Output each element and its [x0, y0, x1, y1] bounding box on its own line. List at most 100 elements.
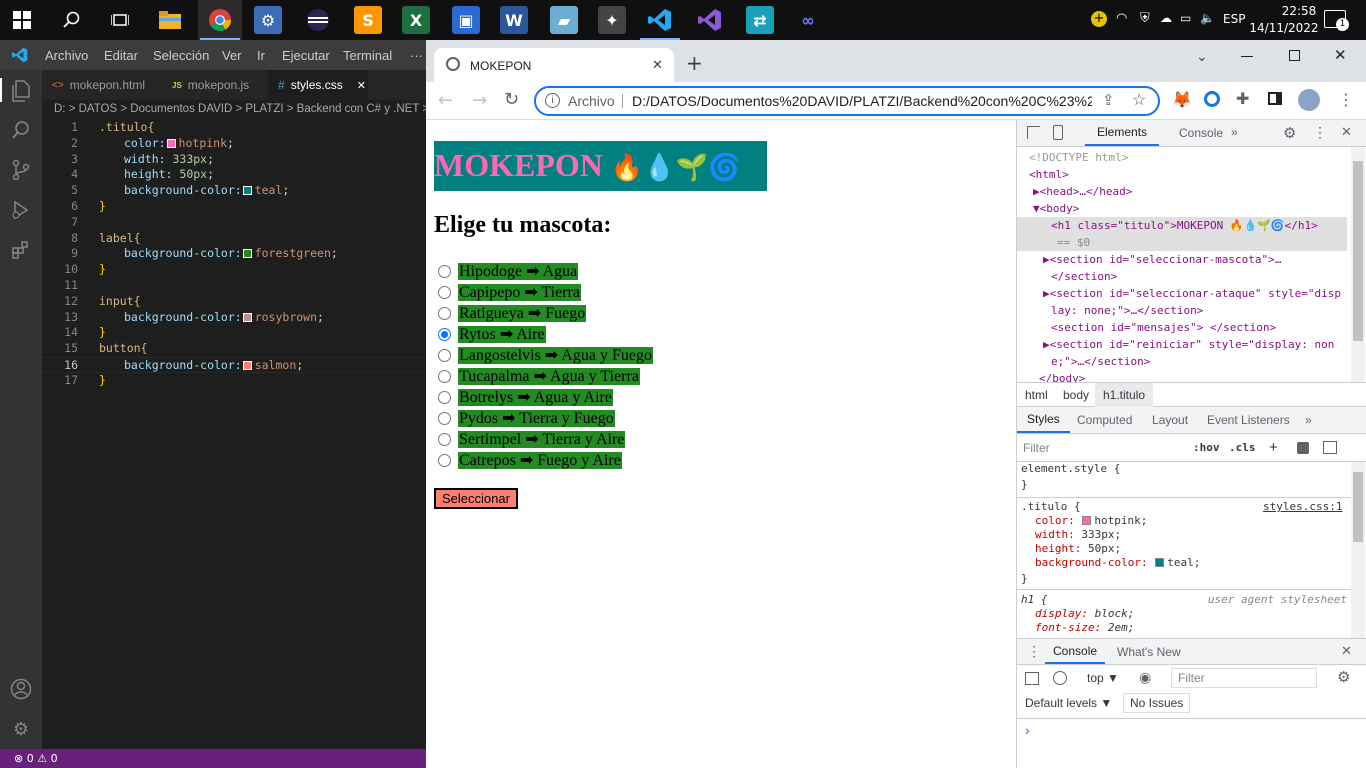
color-swatch[interactable] — [166, 138, 176, 148]
dom-scrollbar[interactable] — [1351, 147, 1365, 382]
dom-node[interactable]: ▼<body> — [1017, 200, 1347, 217]
default-levels-dropdown[interactable]: Default levels ▼ — [1025, 696, 1112, 710]
source-control-icon[interactable] — [9, 158, 33, 182]
color-swatch[interactable] — [242, 361, 252, 370]
metamask-extension-icon[interactable]: 🦊 — [1172, 90, 1192, 109]
code-line[interactable]: 2 color: hotpink; — [42, 136, 426, 152]
clear-console-icon[interactable] — [1053, 671, 1067, 685]
titulo-rule-source[interactable]: styles.css:1 — [1263, 500, 1347, 514]
css-declaration[interactable]: color: hotpink; — [1035, 514, 1365, 528]
task-view-icon[interactable] — [106, 6, 134, 34]
sublime-text-icon[interactable]: S — [354, 6, 382, 34]
pet-label[interactable]: Capipepo ➡ Tierra — [458, 284, 581, 301]
element-style-rule[interactable]: element.style { — [1021, 462, 1351, 476]
dom-node[interactable]: <!DOCTYPE html> — [1017, 149, 1347, 166]
onedrive-icon[interactable]: ☁ — [1160, 11, 1176, 27]
crumb-h1-titulo[interactable]: h1.titulo — [1095, 383, 1154, 407]
browser-tab[interactable]: MOKEPON ✕ — [434, 48, 674, 82]
styles-filter-input[interactable]: Filter — [1023, 441, 1050, 455]
network-app-icon[interactable]: ⇄ — [746, 6, 774, 34]
crumb-html[interactable]: html — [1025, 388, 1048, 402]
drawer-tab-whats-new[interactable]: What's New — [1117, 639, 1181, 664]
pet-radio[interactable] — [438, 454, 451, 467]
color-swatch[interactable] — [242, 312, 252, 322]
color-swatch[interactable] — [1082, 516, 1092, 525]
search-icon[interactable] — [58, 6, 86, 34]
pet-label[interactable]: Tucapalma ➡ Agua y Tierra — [458, 368, 640, 385]
pet-radio[interactable] — [438, 265, 451, 278]
devtools-menu-icon[interactable]: ⋮ — [1313, 124, 1327, 141]
more-tabs-icon[interactable]: » — [1231, 125, 1238, 139]
pet-radio[interactable] — [438, 370, 451, 383]
console-prompt[interactable]: › — [1025, 722, 1030, 738]
word-icon[interactable]: W — [500, 6, 528, 34]
dom-node[interactable]: ▶<section id="reiniciar" style="display:… — [1017, 336, 1347, 353]
tab-console[interactable]: Console — [1167, 120, 1235, 146]
file-explorer-icon[interactable] — [156, 6, 184, 34]
wifi-icon[interactable]: ◠ — [1116, 11, 1132, 27]
console-sidebar-icon[interactable] — [1025, 672, 1039, 685]
minimize-icon[interactable] — [1241, 56, 1253, 57]
games-app-icon[interactable]: ✦ — [598, 6, 626, 34]
pet-radio[interactable] — [438, 307, 451, 320]
dom-tree[interactable]: <!DOCTYPE html> <html> ▶<head>…</head> ▼<bo… — [1017, 147, 1366, 382]
pet-radio[interactable] — [438, 328, 451, 341]
menu-ver[interactable]: Ver — [222, 48, 242, 63]
styles-scroll-thumb[interactable] — [1353, 472, 1363, 542]
dom-node[interactable]: </body> — [1017, 370, 1347, 382]
dom-node[interactable]: </section> — [1017, 268, 1347, 285]
code-line[interactable]: 9 background-color: forestgreen; — [42, 246, 426, 262]
inspect-element-icon[interactable] — [1027, 126, 1040, 139]
back-arrow-icon[interactable]: ← — [438, 90, 453, 111]
dom-node[interactable]: <section id="mensajes"> </section> — [1017, 319, 1347, 336]
code-line[interactable]: 1 .titulo{ — [42, 120, 426, 136]
console-filter-input[interactable]: Filter — [1171, 668, 1317, 688]
color-swatch[interactable] — [242, 249, 252, 259]
css-declaration[interactable]: background-color: teal; — [1035, 556, 1365, 570]
bookmark-star-icon[interactable]: ☆ — [1132, 90, 1146, 110]
dom-node[interactable]: ▶<section id="seleccionar-ataque" style=… — [1017, 285, 1347, 302]
close-tab-icon[interactable]: ✕ — [652, 57, 663, 73]
menu-archivo[interactable]: Archivo — [45, 48, 88, 63]
dom-node[interactable]: == $0 — [1017, 234, 1347, 251]
address-bar[interactable]: i Archivo D:/DATOS/Documentos%20DAVID/PL… — [534, 86, 1160, 116]
dom-node[interactable]: e;">…</section> — [1017, 353, 1347, 370]
monitor-app-icon[interactable]: ▣ — [452, 6, 480, 34]
menu-more[interactable]: ··· — [410, 48, 423, 63]
code-line[interactable]: 16 background-color: salmon; — [42, 357, 426, 373]
tab-layout[interactable]: Layout — [1152, 407, 1188, 433]
dom-node[interactable]: ▶<section id="seleccionar-mascota">… — [1017, 251, 1347, 268]
pet-radio[interactable] — [438, 412, 451, 425]
tab-search-chevron-icon[interactable]: ⌄ — [1196, 49, 1208, 65]
close-icon[interactable]: ✕ — [357, 79, 366, 92]
eclipse-icon[interactable] — [304, 6, 332, 34]
more-style-tabs-icon[interactable]: » — [1305, 407, 1312, 433]
styles-scrollbar[interactable] — [1351, 462, 1365, 638]
console-settings-gear-icon[interactable]: ⚙ — [1337, 668, 1350, 686]
dom-node[interactable]: <html> — [1017, 166, 1347, 183]
dom-node-selected[interactable]: <h1 class="titulo">MOKEPON 🔥💧🌱🌀</h1> — [1017, 217, 1347, 234]
problems-count[interactable]: ⊗ 0 ⚠ 0 — [14, 752, 58, 765]
device-toolbar-icon[interactable] — [1053, 125, 1063, 140]
pet-label[interactable]: Hipodoge ➡ Agua — [458, 263, 579, 280]
clock-date[interactable]: 14/11/2022 — [1248, 21, 1320, 35]
side-panel-icon[interactable] — [1268, 92, 1282, 105]
pet-radio[interactable] — [438, 349, 451, 362]
code-line[interactable]: 17} — [42, 373, 426, 389]
code-line[interactable]: 14} — [42, 325, 426, 341]
pet-label[interactable]: Botrelys ➡ Agua y Aire — [458, 389, 613, 406]
battery-icon[interactable]: ▭ — [1180, 11, 1196, 27]
volume-icon[interactable]: 🔈 — [1200, 11, 1216, 27]
css-declaration[interactable]: width: 333px; — [1035, 528, 1365, 542]
close-drawer-icon[interactable]: ✕ — [1341, 643, 1352, 659]
menu-terminal[interactable]: Terminal — [343, 48, 392, 63]
drawer-tab-console[interactable]: Console — [1045, 639, 1106, 664]
breadcrumb[interactable]: D: > DATOS > Documentos DAVID > PLATZI >… — [42, 100, 426, 118]
chrome-icon[interactable] — [206, 6, 234, 34]
menu-ir[interactable]: Ir — [257, 48, 265, 63]
pet-label[interactable]: Ratigueya ➡ Fuego — [458, 305, 587, 322]
code-line[interactable]: 3 width: 333px; — [42, 152, 426, 168]
language-indicator[interactable]: ESP — [1223, 12, 1245, 26]
menu-ejecutar[interactable]: Ejecutar — [282, 48, 330, 63]
code-line[interactable]: 12 input{ — [42, 294, 426, 310]
